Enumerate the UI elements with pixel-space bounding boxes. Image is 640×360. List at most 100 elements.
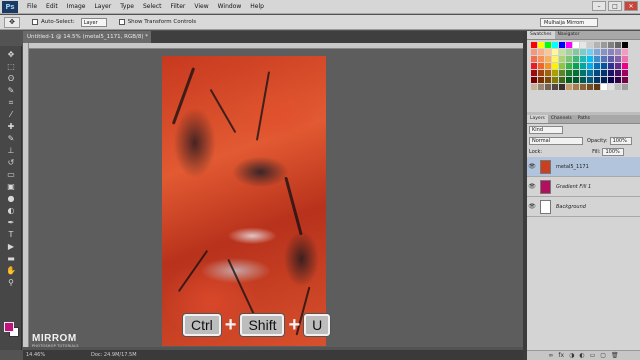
color-swatch[interactable] bbox=[601, 56, 607, 62]
tab-navigator[interactable]: Navigator bbox=[555, 31, 583, 39]
document-image[interactable] bbox=[162, 56, 326, 346]
color-swatch[interactable] bbox=[608, 63, 614, 69]
color-swatch[interactable] bbox=[573, 49, 579, 55]
workspace-dropdown[interactable]: Mulhaija Mirrom bbox=[540, 18, 598, 27]
close-button[interactable]: ✕ bbox=[624, 1, 638, 11]
color-swatch[interactable] bbox=[552, 84, 558, 90]
color-swatch[interactable] bbox=[615, 63, 621, 69]
shape-tool-icon[interactable]: ▬ bbox=[3, 253, 19, 264]
color-swatch[interactable] bbox=[566, 70, 572, 76]
color-swatch[interactable] bbox=[615, 49, 621, 55]
history-brush-tool-icon[interactable]: ↺ bbox=[3, 157, 19, 168]
color-swatch[interactable] bbox=[615, 70, 621, 76]
color-swatch[interactable] bbox=[559, 49, 565, 55]
layer-row[interactable]: 👁 metal5_1171 bbox=[527, 157, 640, 177]
color-swatch[interactable] bbox=[580, 56, 586, 62]
type-tool-icon[interactable]: T bbox=[3, 229, 19, 240]
brush-tool-icon[interactable]: ✎ bbox=[3, 133, 19, 144]
color-swatch[interactable] bbox=[545, 49, 551, 55]
color-swatch[interactable] bbox=[538, 42, 544, 48]
path-select-tool-icon[interactable]: ▶ bbox=[3, 241, 19, 252]
color-swatch[interactable] bbox=[615, 77, 621, 83]
color-swatch[interactable] bbox=[552, 49, 558, 55]
color-swatch[interactable] bbox=[573, 63, 579, 69]
zoom-level[interactable]: 14.46% bbox=[26, 350, 45, 360]
gradient-tool-icon[interactable]: ▣ bbox=[3, 181, 19, 192]
visibility-eye-icon[interactable]: 👁 bbox=[527, 203, 537, 210]
color-swatch[interactable] bbox=[531, 77, 537, 83]
color-swatch[interactable] bbox=[566, 42, 572, 48]
color-swatch[interactable] bbox=[531, 42, 537, 48]
menu-file[interactable]: File bbox=[27, 3, 37, 10]
color-swatch[interactable] bbox=[559, 42, 565, 48]
color-swatch[interactable] bbox=[552, 77, 558, 83]
color-swatch[interactable] bbox=[608, 84, 614, 90]
color-swatch[interactable] bbox=[587, 77, 593, 83]
color-swatch[interactable] bbox=[545, 77, 551, 83]
color-swatch[interactable] bbox=[573, 56, 579, 62]
menu-image[interactable]: Image bbox=[67, 3, 86, 10]
color-swatch[interactable] bbox=[601, 49, 607, 55]
color-swatch[interactable] bbox=[601, 63, 607, 69]
eyedropper-tool-icon[interactable]: ⁄ bbox=[3, 109, 19, 120]
menu-edit[interactable]: Edit bbox=[46, 3, 58, 10]
color-swatch[interactable] bbox=[622, 42, 628, 48]
color-swatch[interactable] bbox=[608, 56, 614, 62]
color-swatch[interactable] bbox=[552, 56, 558, 62]
color-swatch[interactable] bbox=[608, 77, 614, 83]
color-swatch[interactable] bbox=[601, 70, 607, 76]
color-swatch[interactable] bbox=[587, 63, 593, 69]
color-swatch[interactable] bbox=[622, 63, 628, 69]
color-swatch[interactable] bbox=[552, 42, 558, 48]
color-swatch[interactable] bbox=[559, 77, 565, 83]
color-swatch[interactable] bbox=[538, 63, 544, 69]
foreground-color-swatch[interactable] bbox=[4, 322, 14, 332]
color-swatch[interactable] bbox=[545, 42, 551, 48]
clone-stamp-tool-icon[interactable]: ⊥ bbox=[3, 145, 19, 156]
opacity-field[interactable]: 100% bbox=[609, 136, 632, 145]
color-swatch[interactable] bbox=[587, 42, 593, 48]
marquee-tool-icon[interactable]: ⬚ bbox=[3, 61, 19, 72]
tab-paths[interactable]: Paths bbox=[575, 115, 593, 123]
color-swatch[interactable] bbox=[587, 49, 593, 55]
new-layer-icon[interactable]: ▢ bbox=[600, 352, 606, 359]
tab-layers[interactable]: Layers bbox=[527, 115, 548, 123]
fx-icon[interactable]: fx bbox=[558, 352, 564, 359]
menu-select[interactable]: Select bbox=[143, 3, 162, 10]
color-swatch[interactable] bbox=[545, 63, 551, 69]
visibility-eye-icon[interactable]: 👁 bbox=[527, 163, 537, 170]
menu-window[interactable]: Window bbox=[218, 3, 242, 10]
menu-view[interactable]: View bbox=[194, 3, 208, 10]
color-swatch[interactable] bbox=[566, 49, 572, 55]
color-swatch[interactable] bbox=[552, 70, 558, 76]
color-swatch[interactable] bbox=[559, 70, 565, 76]
color-swatch[interactable] bbox=[594, 49, 600, 55]
color-swatch[interactable] bbox=[538, 77, 544, 83]
color-swatch[interactable] bbox=[615, 42, 621, 48]
color-swatch[interactable] bbox=[573, 77, 579, 83]
color-swatch[interactable] bbox=[559, 84, 565, 90]
hand-tool-icon[interactable]: ✋ bbox=[3, 265, 19, 276]
visibility-eye-icon[interactable]: 👁 bbox=[527, 183, 537, 190]
color-swatch[interactable] bbox=[594, 42, 600, 48]
color-swatch[interactable] bbox=[538, 56, 544, 62]
color-swatch[interactable] bbox=[594, 84, 600, 90]
blend-mode-dropdown[interactable]: Normal bbox=[529, 136, 583, 145]
color-swatch[interactable] bbox=[608, 70, 614, 76]
color-swatch[interactable] bbox=[573, 42, 579, 48]
color-swatch[interactable] bbox=[601, 42, 607, 48]
color-swatch[interactable] bbox=[580, 63, 586, 69]
tab-swatches[interactable]: Swatches bbox=[527, 31, 555, 39]
color-swatch[interactable] bbox=[601, 84, 607, 90]
healing-tool-icon[interactable]: ✚ bbox=[3, 121, 19, 132]
color-swatch[interactable] bbox=[615, 84, 621, 90]
fill-field[interactable]: 100% bbox=[602, 147, 625, 156]
color-swatch[interactable] bbox=[580, 84, 586, 90]
pen-tool-icon[interactable]: ✒ bbox=[3, 217, 19, 228]
color-swatch[interactable] bbox=[608, 42, 614, 48]
minimize-button[interactable]: – bbox=[592, 1, 606, 11]
color-swatch[interactable] bbox=[573, 84, 579, 90]
color-swatch[interactable] bbox=[531, 70, 537, 76]
color-swatch[interactable] bbox=[608, 49, 614, 55]
show-transform-checkbox[interactable] bbox=[118, 19, 125, 25]
